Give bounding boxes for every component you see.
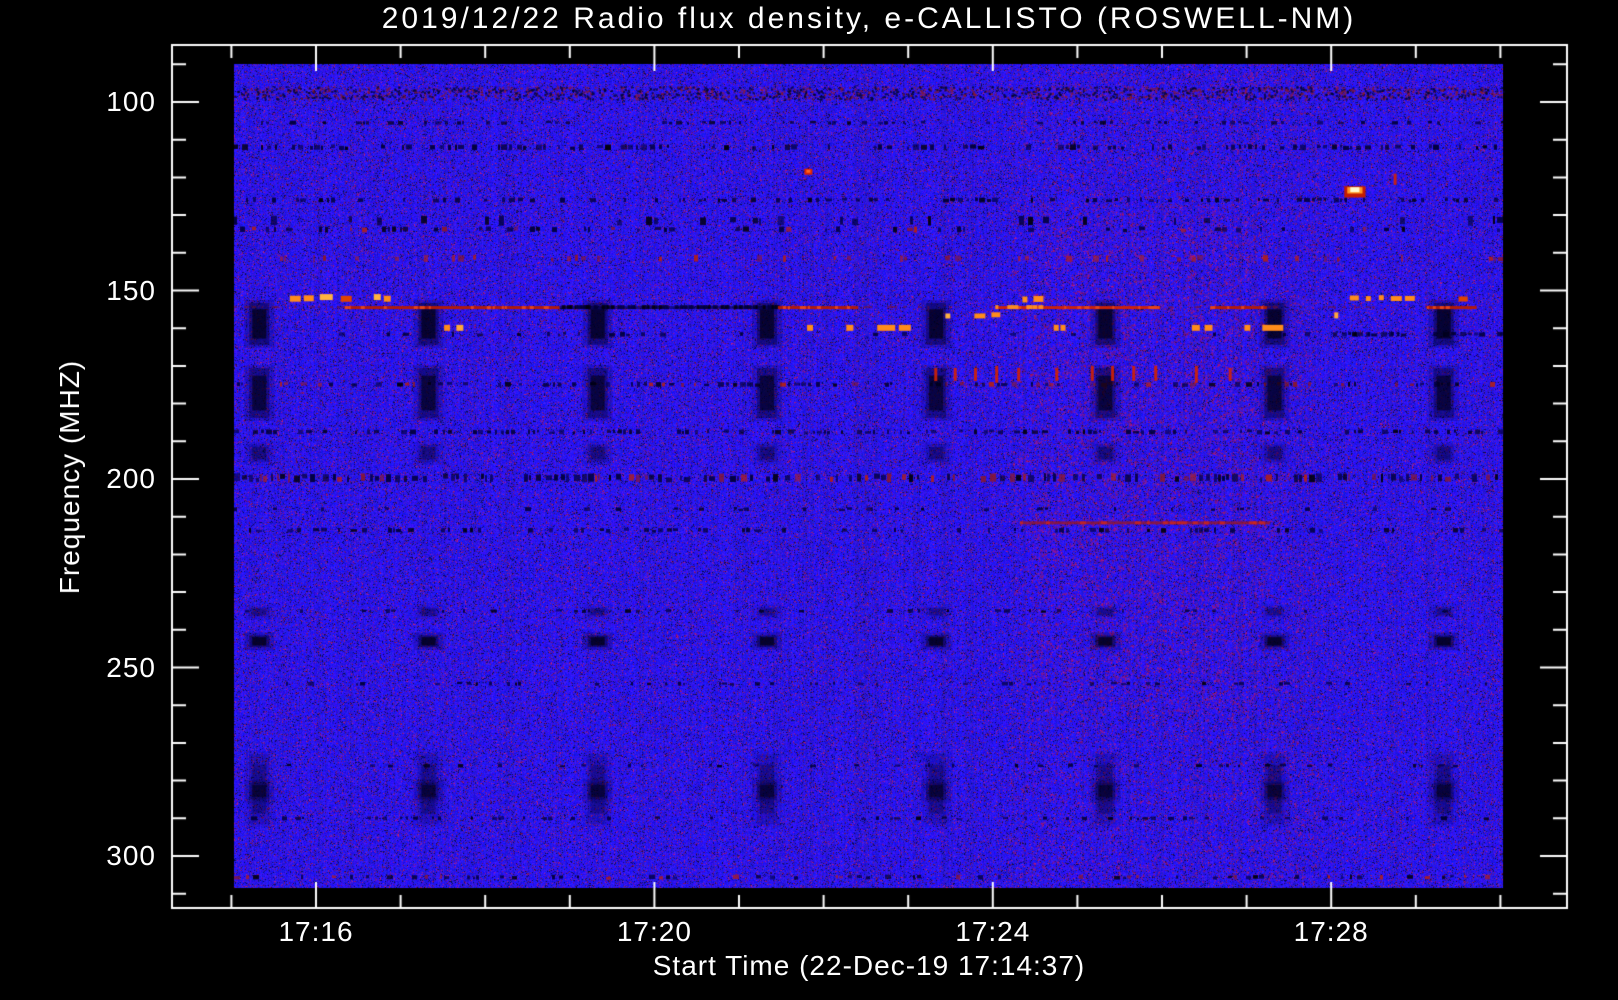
y-tick-label: 250 bbox=[106, 651, 156, 683]
x-tick-label: 17:20 bbox=[616, 916, 692, 947]
spectrogram-canvas bbox=[0, 0, 1618, 1000]
y-tick-label: 150 bbox=[106, 274, 156, 306]
y-tick-label: 100 bbox=[106, 86, 156, 117]
spectrogram-page: 2019/12/22 Radio flux density, e-CALLIST… bbox=[0, 0, 1618, 1000]
x-tick-label: 17:16 bbox=[278, 916, 354, 947]
x-tick-label: 17:24 bbox=[955, 916, 1031, 947]
y-tick-label: 300 bbox=[106, 840, 156, 871]
x-tick-label: 17:28 bbox=[1293, 916, 1369, 947]
chart-title: 2019/12/22 Radio flux density, e-CALLIST… bbox=[381, 2, 1357, 35]
x-axis-label: Start Time (22-Dec-19 17:14:37) bbox=[652, 950, 1086, 981]
y-tick-label: 200 bbox=[106, 463, 156, 494]
